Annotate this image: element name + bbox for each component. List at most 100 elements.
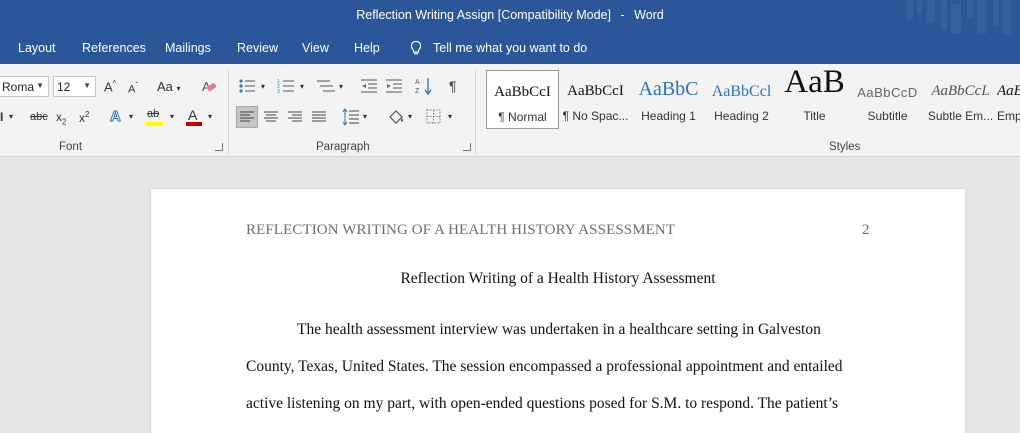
style-no-spacing[interactable]: AaBbCcI ¶ No Spac... — [559, 70, 632, 129]
style-name: Subtitle — [867, 109, 908, 123]
align-left-icon — [240, 111, 254, 122]
superscript-button[interactable]: x2 — [79, 110, 89, 125]
document-title: Reflection Writing of a Health History A… — [400, 270, 716, 287]
style-name: Subtle Em... — [927, 109, 994, 123]
app-name: Word — [634, 8, 664, 22]
font-name-combo[interactable]: Roma ▼ — [0, 76, 49, 97]
style-normal[interactable]: AaBbCcI ¶ Normal — [486, 70, 559, 129]
paragraph-line: active listening on my part, with open-e… — [246, 395, 839, 412]
chevron-down-icon: ▾ — [9, 112, 14, 121]
chevron-down-icon: ▾ — [363, 112, 368, 121]
style-emphasis[interactable]: AaBb Emp — [997, 70, 1020, 129]
style-sample: AaBbC — [638, 78, 699, 100]
ribbon-tabs: Layout References Mailings Review View H… — [0, 34, 1020, 64]
title-bar: Reflection Writing Assign [Compatibility… — [0, 0, 1020, 34]
change-case-button[interactable]: Aa ▾ — [157, 79, 181, 94]
style-name: Emp — [997, 109, 1020, 123]
chevron-down-icon: ▾ — [408, 112, 413, 121]
borders-icon[interactable] — [425, 108, 443, 126]
tab-help[interactable]: Help — [354, 41, 380, 55]
chevron-down-icon: ▾ — [448, 112, 453, 121]
style-name: Heading 2 — [714, 109, 769, 123]
grow-font-button[interactable]: A^ — [104, 79, 116, 94]
font-group-label: Font — [59, 141, 83, 153]
bold-button-partial[interactable]: I — [0, 110, 3, 124]
align-left-button[interactable] — [236, 106, 258, 128]
shrink-font-button[interactable]: Aˇ — [128, 81, 138, 96]
svg-text:Z: Z — [415, 88, 420, 95]
style-sample: AaBbCcL — [931, 83, 990, 99]
paragraph-group-label: Paragraph — [316, 141, 370, 153]
align-right-icon[interactable] — [286, 108, 304, 126]
running-head: REFLECTION WRITING OF A HEALTH HISTORY A… — [246, 222, 676, 238]
change-case-label: Aa — [157, 79, 173, 94]
style-sample: AaBbCcI — [567, 83, 624, 99]
decrease-indent-icon[interactable] — [360, 78, 378, 94]
tab-layout[interactable]: Layout — [18, 41, 56, 55]
paragraph-line: The health assessment interview was unde… — [297, 321, 821, 338]
style-name: Heading 1 — [641, 109, 696, 123]
tab-review[interactable]: Review — [237, 41, 278, 55]
style-sample: AaBbCcl — [711, 83, 772, 100]
group-divider — [475, 70, 476, 154]
font-color-bar — [186, 122, 202, 126]
tab-view[interactable]: View — [302, 41, 329, 55]
style-name: ¶ Normal — [498, 110, 547, 124]
multilevel-list-icon[interactable] — [316, 78, 336, 94]
style-sample: AaBbCcI — [494, 84, 551, 100]
style-sample: AaBbCcD — [857, 85, 918, 100]
strikethrough-button[interactable]: abc — [30, 111, 48, 123]
chevron-down-icon: ▼ — [83, 81, 91, 90]
font-dialog-launcher-icon[interactable] — [215, 143, 223, 151]
sort-icon[interactable]: AZ — [415, 76, 433, 96]
font-size-combo[interactable]: 12 ▼ — [53, 76, 96, 97]
window-title: Reflection Writing Assign [Compatibility… — [0, 8, 1020, 22]
chevron-down-icon: ▾ — [129, 112, 134, 121]
tab-references[interactable]: References — [82, 41, 146, 55]
group-divider — [228, 70, 229, 154]
document-page[interactable]: REFLECTION WRITING OF A HEALTH HISTORY A… — [151, 189, 965, 433]
increase-indent-icon[interactable] — [385, 78, 403, 94]
highlight-label: ab — [147, 108, 160, 120]
bullets-icon[interactable] — [238, 78, 258, 94]
superscript-mark: 2 — [85, 110, 90, 119]
chevron-down-icon: ▾ — [261, 82, 266, 91]
lightbulb-icon — [410, 40, 422, 55]
text-effects-button[interactable]: A — [110, 108, 122, 126]
justify-icon[interactable] — [310, 108, 328, 126]
style-heading-1[interactable]: AaBbC Heading 1 — [632, 70, 705, 129]
highlight-color-bar — [146, 122, 163, 126]
title-separator: - — [620, 8, 625, 22]
chevron-down-icon: ▾ — [208, 112, 213, 121]
style-name: ¶ No Spac... — [562, 109, 629, 123]
numbering-icon[interactable]: 123 — [277, 78, 297, 94]
shading-icon[interactable] — [386, 107, 406, 127]
style-heading-2[interactable]: AaBbCcl Heading 2 — [705, 70, 778, 129]
ribbon: Roma ▼ 12 ▼ A^ Aˇ Aa ▾ A I ▾ abc x2 x2 A… — [0, 64, 1020, 157]
document-name: Reflection Writing Assign [Compatibility… — [356, 8, 611, 22]
tell-me-search[interactable]: Tell me what you want to do — [408, 40, 587, 56]
style-name: Title — [803, 109, 826, 123]
tell-me-label: Tell me what you want to do — [433, 41, 588, 55]
style-sample: AaB — [784, 64, 845, 100]
font-color-label: A — [188, 107, 198, 123]
chevron-down-icon: ▾ — [300, 82, 305, 91]
chevron-down-icon: ▾ — [170, 112, 175, 121]
highlight-button[interactable]: ab — [146, 106, 164, 126]
grow-font-label: A — [104, 79, 113, 95]
style-sample: AaBb — [997, 83, 1020, 99]
tab-mailings[interactable]: Mailings — [165, 41, 211, 55]
paragraph-dialog-launcher-icon[interactable] — [463, 143, 471, 151]
align-center-icon[interactable] — [262, 108, 280, 126]
style-title[interactable]: AaB Title — [778, 64, 851, 129]
clear-formatting-icon[interactable]: A — [200, 77, 218, 95]
style-subtle-emphasis[interactable]: AaBbCcL Subtle Em... — [924, 70, 997, 129]
show-hide-marks-button[interactable]: ¶ — [449, 78, 457, 94]
font-name-value: Roma — [2, 80, 35, 94]
subscript-button[interactable]: x2 — [56, 110, 66, 126]
style-subtitle[interactable]: AaBbCcD Subtitle — [851, 70, 924, 129]
svg-text:A: A — [415, 79, 420, 86]
line-spacing-icon[interactable] — [341, 107, 361, 127]
font-color-button[interactable]: A — [186, 106, 202, 126]
font-size-value: 12 — [57, 80, 71, 94]
